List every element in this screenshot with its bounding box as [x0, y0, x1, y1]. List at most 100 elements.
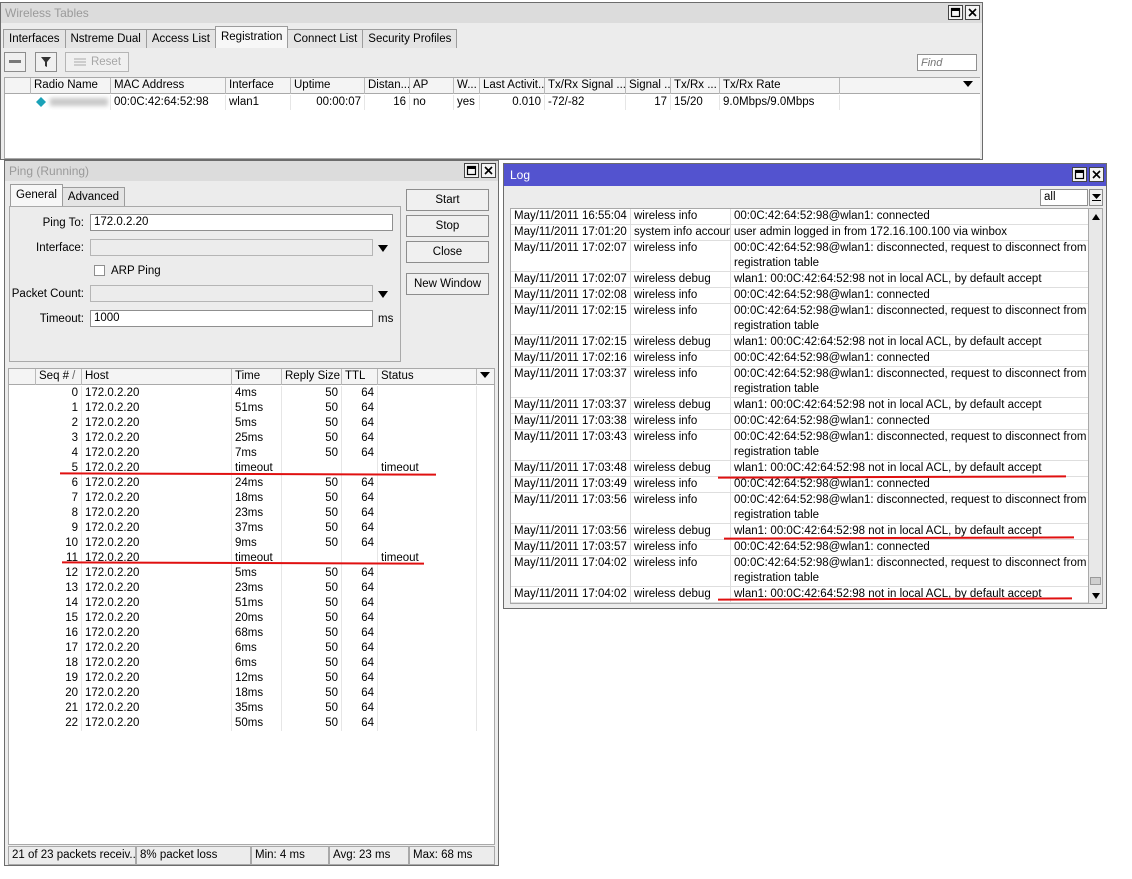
log-entry[interactable]: May/11/2011 17:02:07 wireless debug wlan1:… [511, 272, 1093, 288]
ping-row[interactable]: 12 172.0.2.20 5ms 50 64 [9, 566, 494, 581]
tab-connect-list[interactable]: Connect List [287, 29, 364, 48]
ping-row[interactable]: 15 172.0.2.20 20ms 50 64 [9, 611, 494, 626]
col-mac-address[interactable]: MAC Address [111, 78, 226, 94]
col-ccq[interactable]: Tx/Rx ... [671, 78, 720, 94]
col-reply-size[interactable]: Reply Size [282, 369, 342, 385]
ping-row[interactable]: 7 172.0.2.20 18ms 50 64 [9, 491, 494, 506]
col-ttl[interactable]: TTL [342, 369, 378, 385]
ping-row[interactable]: 1 172.0.2.20 51ms 50 64 [9, 401, 494, 416]
ping-row[interactable]: 19 172.0.2.20 12ms 50 64 [9, 671, 494, 686]
tab-advanced[interactable]: Advanced [61, 187, 126, 206]
column-menu-button[interactable] [477, 369, 494, 385]
log-scrollbar[interactable] [1088, 208, 1103, 604]
close-button[interactable] [965, 5, 980, 20]
log-table[interactable]: May/11/2011 16:55:04 wireless info 00:0C:4… [510, 208, 1094, 604]
packet-count-dropdown[interactable] [377, 289, 389, 299]
stop-button[interactable]: Stop [406, 215, 489, 237]
col-uptime[interactable]: Uptime [291, 78, 365, 94]
ping-row[interactable]: 10 172.0.2.20 9ms 50 64 [9, 536, 494, 551]
col-status[interactable]: Status [378, 369, 477, 385]
tab-general[interactable]: General [10, 184, 63, 206]
scroll-up-icon[interactable] [1090, 211, 1101, 222]
ping-row[interactable]: 9 172.0.2.20 37ms 50 64 [9, 521, 494, 536]
start-button[interactable]: Start [406, 189, 489, 211]
col-distance[interactable]: Distan... [365, 78, 410, 94]
log-entry[interactable]: May/11/2011 17:01:20 system info account u… [511, 225, 1093, 241]
log-entry[interactable]: May/11/2011 17:02:15 wireless debug wlan1:… [511, 335, 1093, 351]
col-seq[interactable]: Seq # / [36, 369, 82, 385]
registration-row[interactable]: 00:0C:42:64:52:98 wlan1 00:00:07 16 no y… [5, 95, 980, 110]
log-entry[interactable]: May/11/2011 17:02:08 wireless info 00:0C:4… [511, 288, 1093, 304]
log-entry[interactable]: May/11/2011 17:03:38 wireless info 00:0C:4… [511, 414, 1093, 430]
ping-to-input[interactable]: 172.0.2.20 [90, 214, 393, 231]
reset-button[interactable]: Reset [65, 52, 129, 72]
timeout-input[interactable]: 1000 [90, 310, 373, 327]
col-rate[interactable]: Tx/Rx Rate [720, 78, 840, 94]
restore-button[interactable] [948, 5, 963, 20]
log-entry[interactable]: May/11/2011 17:03:48 wireless debug wlan1:… [511, 461, 1093, 477]
ping-row[interactable]: 13 172.0.2.20 23ms 50 64 [9, 581, 494, 596]
log-entry[interactable]: May/11/2011 17:03:37 wireless debug wlan1:… [511, 398, 1093, 414]
ping-row[interactable]: 3 172.0.2.20 25ms 50 64 [9, 431, 494, 446]
ping-row[interactable]: 6 172.0.2.20 24ms 50 64 [9, 476, 494, 491]
wireless-tables-titlebar[interactable]: Wireless Tables [1, 3, 982, 23]
ping-row[interactable]: 20 172.0.2.20 18ms 50 64 [9, 686, 494, 701]
tab-interfaces[interactable]: Interfaces [3, 29, 66, 48]
tab-security-profiles[interactable]: Security Profiles [362, 29, 458, 48]
scroll-thumb[interactable] [1090, 577, 1101, 585]
find-input[interactable] [917, 54, 977, 71]
col-signal-to-noise[interactable]: Signal ... [626, 78, 671, 94]
ping-row[interactable]: 17 172.0.2.20 6ms 50 64 [9, 641, 494, 656]
tab-nstreme-dual[interactable]: Nstreme Dual [64, 29, 147, 48]
interface-dropdown[interactable] [377, 243, 389, 253]
log-entry[interactable]: May/11/2011 17:02:07 wireless info 00:0C:4… [511, 241, 1093, 272]
ping-row[interactable]: 14 172.0.2.20 51ms 50 64 [9, 596, 494, 611]
log-entry[interactable]: May/11/2011 17:02:16 wireless info 00:0C:4… [511, 351, 1093, 367]
col-radio-name[interactable]: Radio Name [31, 78, 111, 94]
ping-row[interactable]: 4 172.0.2.20 7ms 50 64 [9, 446, 494, 461]
scroll-down-icon[interactable] [1090, 590, 1101, 601]
ping-row[interactable]: 0 172.0.2.20 4ms 50 64 [9, 386, 494, 401]
log-entry[interactable]: May/11/2011 17:03:43 wireless info 00:0C:4… [511, 430, 1093, 461]
close-button[interactable] [1089, 167, 1104, 182]
tab-registration[interactable]: Registration [214, 26, 289, 48]
restore-button[interactable] [464, 163, 479, 178]
new-window-button[interactable]: New Window [406, 273, 489, 295]
interface-select[interactable] [90, 239, 373, 256]
tab-access-list[interactable]: Access List [145, 29, 216, 48]
log-entry[interactable]: May/11/2011 17:04:03wireless info00:0C:4… [511, 603, 1093, 604]
remove-button[interactable] [4, 52, 26, 72]
log-filter-dropdown[interactable] [1089, 189, 1103, 206]
log-entry[interactable]: May/11/2011 17:02:15 wireless info 00:0C:4… [511, 304, 1093, 335]
ping-row[interactable]: 21 172.0.2.20 35ms 50 64 [9, 701, 494, 716]
log-entry[interactable]: May/11/2011 16:55:04 wireless info 00:0C:4… [511, 209, 1093, 225]
col-last-activity[interactable]: Last Activit... [480, 78, 545, 94]
column-menu-button[interactable] [960, 78, 980, 94]
ping-row[interactable]: 18 172.0.2.20 6ms 50 64 [9, 656, 494, 671]
arp-ping-checkbox[interactable] [94, 265, 105, 276]
log-entry[interactable]: May/11/2011 17:04:02 wireless info 00:0C:4… [511, 556, 1093, 587]
col-host[interactable]: Host [82, 369, 232, 385]
close-ping-button[interactable]: Close [406, 241, 489, 263]
col-time[interactable]: Time [232, 369, 282, 385]
ping-row[interactable]: 8 172.0.2.20 23ms 50 64 [9, 506, 494, 521]
ping-row[interactable]: 2 172.0.2.20 5ms 50 64 [9, 416, 494, 431]
filter-button[interactable] [35, 52, 57, 72]
log-entry[interactable]: May/11/2011 17:03:57 wireless info 00:0C:4… [511, 540, 1093, 556]
col-ap[interactable]: AP [410, 78, 454, 94]
ping-row[interactable]: 22 172.0.2.20 50ms 50 64 [9, 716, 494, 731]
log-titlebar[interactable]: Log [504, 164, 1106, 186]
ping-row[interactable]: 16 172.0.2.20 68ms 50 64 [9, 626, 494, 641]
log-entry[interactable]: May/11/2011 17:03:37 wireless info 00:0C:4… [511, 367, 1093, 398]
log-entry[interactable]: May/11/2011 17:03:56 wireless info 00:0C:4… [511, 493, 1093, 524]
col-wds[interactable]: W... [454, 78, 480, 94]
col-signal[interactable]: Tx/Rx Signal ... [545, 78, 626, 94]
ping-titlebar[interactable]: Ping (Running) [5, 161, 498, 181]
col-interface[interactable]: Interface [226, 78, 291, 94]
log-entry[interactable]: May/11/2011 17:04:02 wireless debug wlan1:… [511, 587, 1093, 603]
log-filter-select[interactable]: all [1040, 189, 1088, 206]
log-entry[interactable]: May/11/2011 17:03:49 wireless info 00:0C:4… [511, 477, 1093, 493]
restore-button[interactable] [1072, 167, 1087, 182]
packet-count-select[interactable] [90, 285, 373, 302]
close-button[interactable] [481, 163, 496, 178]
